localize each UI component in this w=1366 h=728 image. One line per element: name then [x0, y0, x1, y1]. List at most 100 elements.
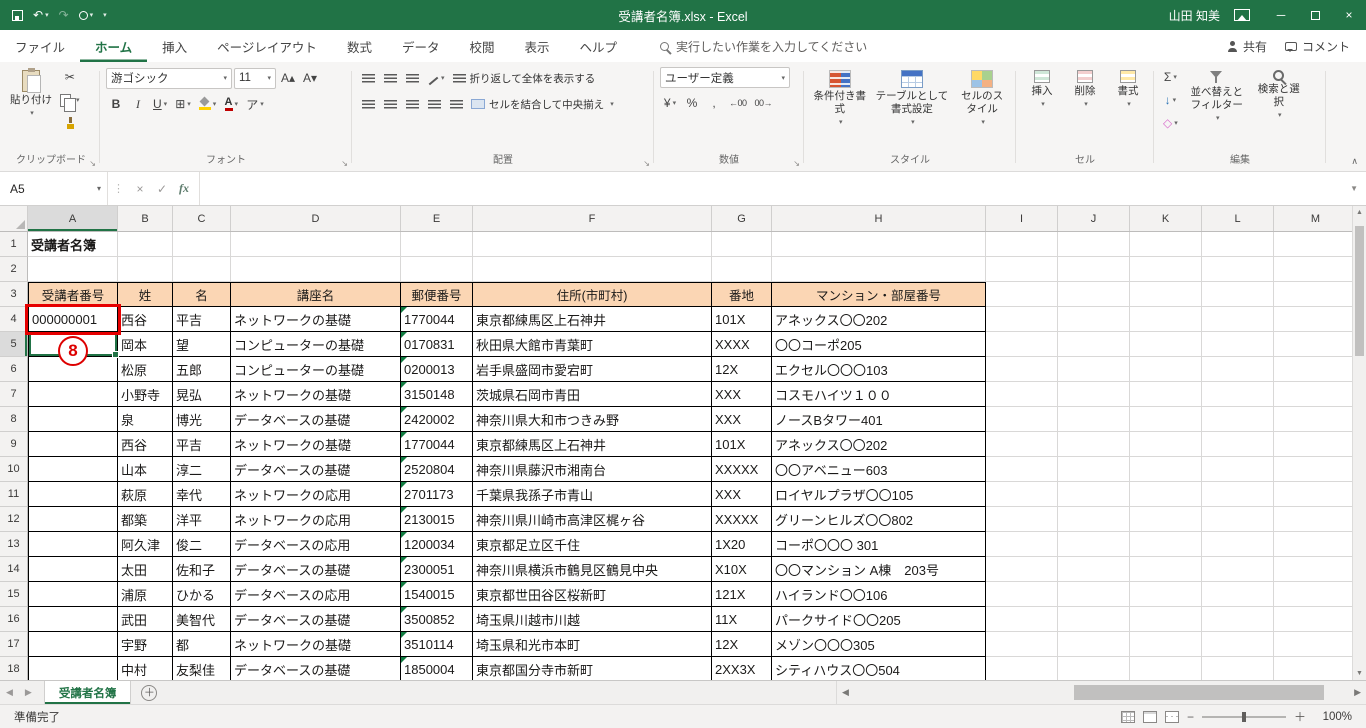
- cell-E10[interactable]: 2520804: [401, 457, 473, 482]
- underline-button[interactable]: U ▾: [150, 94, 170, 114]
- cell-B14[interactable]: 太田: [118, 557, 173, 582]
- cell-A13[interactable]: [28, 532, 118, 557]
- cell-E9[interactable]: 1770044: [401, 432, 473, 457]
- cell-C6[interactable]: 五郎: [173, 357, 231, 382]
- cell-D17[interactable]: ネットワークの基礎: [231, 632, 401, 657]
- undo-button[interactable]: ↶ ▾: [33, 8, 49, 22]
- find-select-button[interactable]: 検索と選択 ▾: [1253, 67, 1305, 120]
- number-dialog-launcher-icon[interactable]: ↘: [793, 160, 800, 168]
- cell-C11[interactable]: 幸代: [173, 482, 231, 507]
- cell-L13[interactable]: [1202, 532, 1274, 557]
- cell-H1[interactable]: [772, 232, 986, 257]
- cell-L16[interactable]: [1202, 607, 1274, 632]
- cell-B7[interactable]: 小野寺: [118, 382, 173, 407]
- cell-L10[interactable]: [1202, 457, 1274, 482]
- page-break-view-icon[interactable]: [1164, 710, 1179, 723]
- cell-D1[interactable]: [231, 232, 401, 257]
- cell-A2[interactable]: [28, 257, 118, 282]
- cell-C13[interactable]: 俊二: [173, 532, 231, 557]
- insert-function-button[interactable]: fx: [173, 181, 195, 196]
- cell-D18[interactable]: データベースの基礎: [231, 657, 401, 680]
- cell-M14[interactable]: [1274, 557, 1358, 582]
- cell-H4[interactable]: アネックス〇〇202: [772, 307, 986, 332]
- cell-M9[interactable]: [1274, 432, 1358, 457]
- cell-C17[interactable]: 都: [173, 632, 231, 657]
- cell-A9[interactable]: [28, 432, 118, 457]
- cell-K6[interactable]: [1130, 357, 1202, 382]
- share-button[interactable]: 共有: [1227, 38, 1267, 55]
- italic-button[interactable]: I: [128, 94, 148, 114]
- cell-H18[interactable]: シティハウス〇〇504: [772, 657, 986, 680]
- cell-H16[interactable]: パークサイド〇〇205: [772, 607, 986, 632]
- cell-H7[interactable]: コスモハイツ１００: [772, 382, 986, 407]
- row-header-2[interactable]: 2: [0, 257, 28, 282]
- cell-M13[interactable]: [1274, 532, 1358, 557]
- cell-B10[interactable]: 山本: [118, 457, 173, 482]
- maximize-button[interactable]: [1298, 0, 1332, 30]
- cell-L8[interactable]: [1202, 407, 1274, 432]
- cell-A8[interactable]: [28, 407, 118, 432]
- cell-J9[interactable]: [1058, 432, 1130, 457]
- cell-A15[interactable]: [28, 582, 118, 607]
- cell-L17[interactable]: [1202, 632, 1274, 657]
- collapse-ribbon-icon[interactable]: ∧: [1351, 156, 1358, 167]
- cell-K8[interactable]: [1130, 407, 1202, 432]
- merge-center-button[interactable]: セルを結合して中央揃え ▾: [468, 94, 617, 115]
- hscroll-left-icon[interactable]: ◀: [837, 687, 854, 698]
- cell-I5[interactable]: [986, 332, 1058, 357]
- cell-F14[interactable]: 神奈川県横浜市鶴見区鶴見中央: [473, 557, 712, 582]
- cell-D6[interactable]: コンピューターの基礎: [231, 357, 401, 382]
- cell-C18[interactable]: 友梨佳: [173, 657, 231, 680]
- formula-bar-splitter[interactable]: ⋮: [108, 182, 129, 195]
- cell-M7[interactable]: [1274, 382, 1358, 407]
- align-right-button[interactable]: [402, 94, 422, 114]
- cell-H3[interactable]: マンション・部屋番号: [772, 282, 986, 307]
- zoom-slider-thumb[interactable]: [1241, 711, 1246, 722]
- tab-page-layout[interactable]: ページレイアウト: [202, 30, 332, 62]
- cell-H6[interactable]: エクセル〇〇〇103: [772, 357, 986, 382]
- cell-K14[interactable]: [1130, 557, 1202, 582]
- cell-F17[interactable]: 埼玉県和光市本町: [473, 632, 712, 657]
- align-left-button[interactable]: [358, 94, 378, 114]
- cell-F9[interactable]: 東京都練馬区上石神井: [473, 432, 712, 457]
- cell-H8[interactable]: ノースBタワー401: [772, 407, 986, 432]
- cell-F1[interactable]: [473, 232, 712, 257]
- cell-L7[interactable]: [1202, 382, 1274, 407]
- cell-B15[interactable]: 浦原: [118, 582, 173, 607]
- row-header-9[interactable]: 9: [0, 432, 28, 457]
- format-cells-button[interactable]: 書式 ▾: [1108, 67, 1148, 109]
- customize-qat-button[interactable]: ▾: [103, 11, 107, 19]
- cell-F13[interactable]: 東京都足立区千住: [473, 532, 712, 557]
- cell-E12[interactable]: 2130015: [401, 507, 473, 532]
- cell-G7[interactable]: XXX: [712, 382, 772, 407]
- sheet-tab-active[interactable]: 受講者名簿: [43, 681, 132, 704]
- orientation-button[interactable]: ▾: [424, 68, 448, 88]
- cell-M5[interactable]: [1274, 332, 1358, 357]
- cell-I13[interactable]: [986, 532, 1058, 557]
- column-header-G[interactable]: G: [712, 206, 772, 231]
- font-size-select[interactable]: 11 ▾: [234, 67, 276, 89]
- cell-D14[interactable]: データベースの基礎: [231, 557, 401, 582]
- row-header-16[interactable]: 16: [0, 607, 28, 632]
- cell-B5[interactable]: 岡本: [118, 332, 173, 357]
- cell-H14[interactable]: 〇〇マンション A棟 203号: [772, 557, 986, 582]
- cell-J14[interactable]: [1058, 557, 1130, 582]
- cell-M18[interactable]: [1274, 657, 1358, 680]
- row-header-7[interactable]: 7: [0, 382, 28, 407]
- cell-B1[interactable]: [118, 232, 173, 257]
- column-header-B[interactable]: B: [118, 206, 173, 231]
- cell-L18[interactable]: [1202, 657, 1274, 680]
- cell-A7[interactable]: [28, 382, 118, 407]
- align-top-button[interactable]: [358, 68, 378, 88]
- tell-me-search[interactable]: 実行したい作業を入力してください: [660, 38, 867, 55]
- cell-E4[interactable]: 1770044: [401, 307, 473, 332]
- cell-L4[interactable]: [1202, 307, 1274, 332]
- select-all-corner[interactable]: [0, 206, 28, 231]
- row-header-5[interactable]: 5: [0, 332, 28, 357]
- cell-B17[interactable]: 宇野: [118, 632, 173, 657]
- cell-G17[interactable]: 12X: [712, 632, 772, 657]
- cell-E7[interactable]: 3150148: [401, 382, 473, 407]
- number-format-select[interactable]: ユーザー定義 ▾: [660, 67, 790, 88]
- cell-I9[interactable]: [986, 432, 1058, 457]
- cut-button[interactable]: ✂: [57, 67, 83, 87]
